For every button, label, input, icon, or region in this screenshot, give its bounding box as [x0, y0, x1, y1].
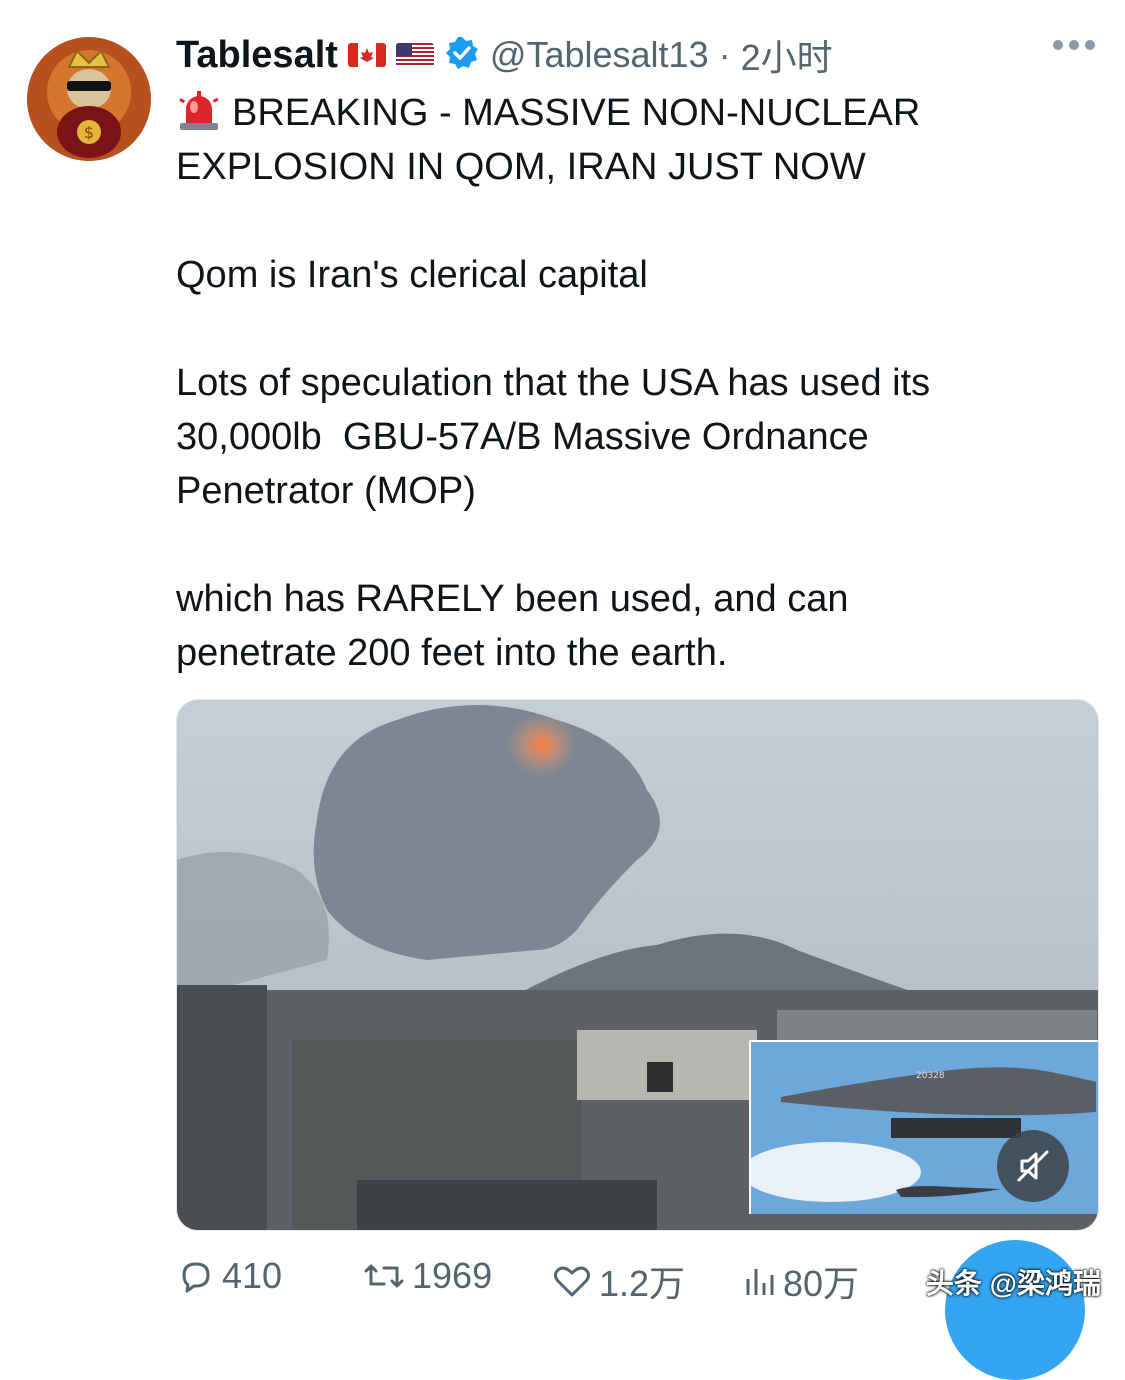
- usa-flag-icon: [395, 43, 434, 67]
- author-name[interactable]: Tablesalt: [176, 34, 338, 77]
- avatar-image: $: [27, 37, 151, 161]
- retweet-icon: [364, 1264, 404, 1288]
- svg-text:$: $: [84, 123, 94, 142]
- muted-speaker-icon[interactable]: [997, 1130, 1069, 1202]
- reply-count: 410: [222, 1255, 283, 1296]
- tweet-line: BREAKING - MASSIVE NON-NUCLEAR: [176, 86, 1076, 140]
- view-count: 80万: [783, 1263, 860, 1304]
- tweet-header: Tablesalt @Tablesalt13 · 2小时: [176, 30, 833, 80]
- tweet-line: which has RARELY been used, and can: [176, 578, 849, 620]
- reply-icon: [182, 1262, 210, 1293]
- tweet-line: Qom is Iran's clerical capital: [176, 254, 648, 296]
- views-button[interactable]: 80万: [741, 1255, 859, 1307]
- retweet-count: 1969: [412, 1255, 493, 1296]
- separator-dot: ·: [718, 34, 731, 75]
- aircraft-number: 20328: [916, 1071, 945, 1081]
- tweet-video[interactable]: 20328: [176, 699, 1099, 1231]
- watermark: 头条 @梁鸿瑞: [925, 1268, 1101, 1299]
- tweet-line: 30,000lb GBU-57A/B Massive Ordnance: [176, 416, 869, 458]
- author-handle[interactable]: @Tablesalt13: [490, 34, 709, 76]
- canada-flag-icon: [347, 43, 386, 67]
- tweet-text: BREAKING - MASSIVE NON-NUCLEAR EXPLOSION…: [176, 86, 1076, 680]
- verified-badge-icon: [444, 35, 480, 76]
- tweet-line-text: BREAKING - MASSIVE NON-NUCLEAR: [232, 92, 921, 134]
- tweet-line: Penetrator (MOP): [176, 470, 476, 512]
- like-button[interactable]: 1.2万: [551, 1255, 685, 1307]
- more-options-icon[interactable]: [1053, 40, 1095, 50]
- author-avatar[interactable]: $: [27, 37, 151, 161]
- heart-icon: [554, 1266, 590, 1297]
- floating-action-button[interactable]: [945, 1240, 1085, 1380]
- siren-emoji-icon: [176, 91, 222, 131]
- tweet-line: penetrate 200 feet into the earth.: [176, 632, 728, 674]
- tweet-line: Lots of speculation that the USA has use…: [176, 362, 931, 404]
- tweet-timestamp[interactable]: 2小时: [741, 29, 833, 81]
- retweet-button[interactable]: 1969: [362, 1255, 492, 1297]
- like-count: 1.2万: [599, 1263, 686, 1304]
- reply-button[interactable]: 410: [176, 1255, 282, 1297]
- tweet-line: EXPLOSION IN QOM, IRAN JUST NOW: [176, 146, 866, 188]
- views-icon: [746, 1269, 774, 1295]
